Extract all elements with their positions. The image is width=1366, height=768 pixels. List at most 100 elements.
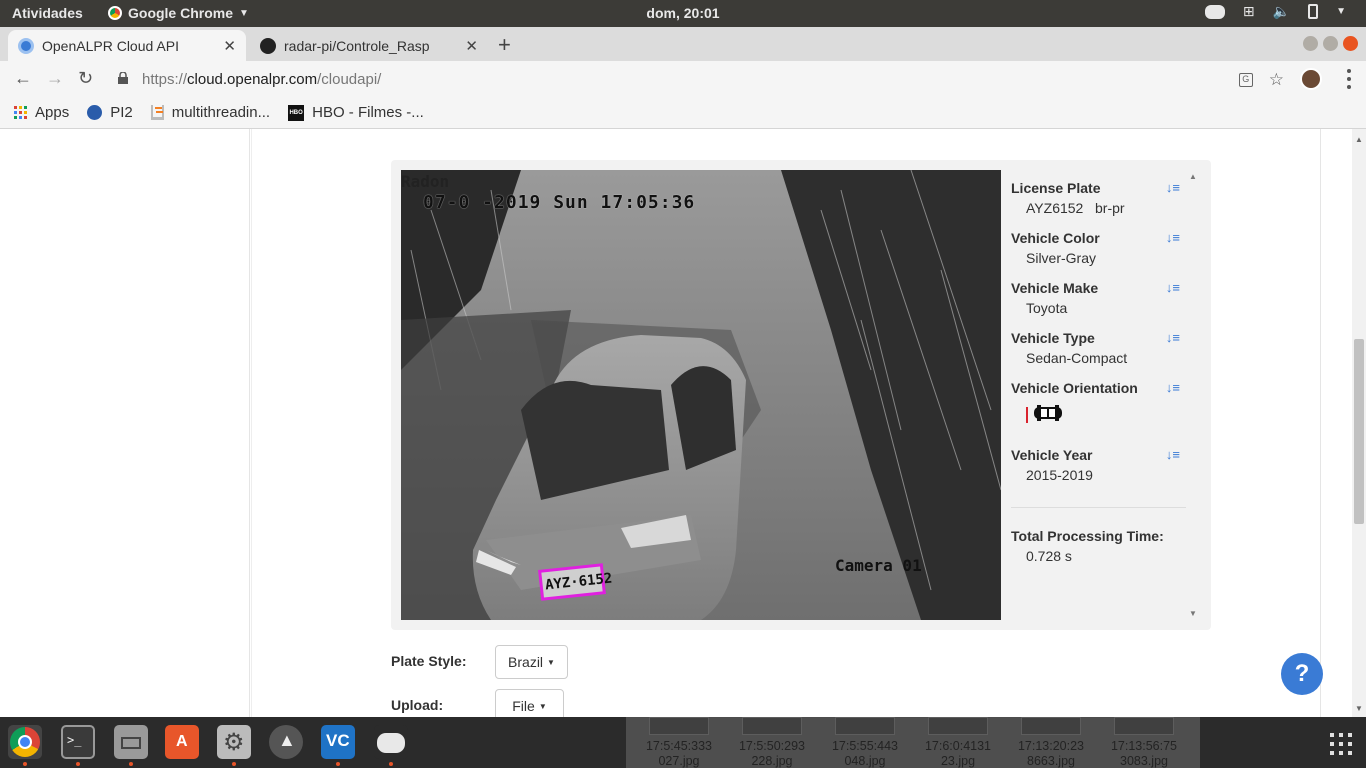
file-name-line: 228.jpg [751, 754, 793, 768]
chevron-down-icon[interactable]: ▼ [1336, 6, 1346, 17]
vehicle-orientation-value [1026, 404, 1186, 425]
car-top-view-icon [1033, 404, 1063, 425]
license-plate-label: License Plate [1011, 180, 1101, 196]
maximize-button[interactable] [1323, 36, 1338, 51]
bookmark-apps[interactable]: Apps [14, 104, 69, 121]
running-indicator [389, 762, 393, 766]
close-window-button[interactable] [1343, 36, 1358, 51]
file-name-line: 17:6:0:4131 [924, 739, 992, 753]
upload-dropdown[interactable]: File ▼ [495, 689, 564, 717]
file-thumbnail-image [649, 717, 709, 735]
url-text: https://cloud.openalpr.com/cloudapi/ [142, 71, 381, 88]
scroll-up-arrow-icon[interactable]: ▲ [1189, 172, 1197, 181]
desktop-file-thumbnail[interactable]: 17:13:56:75 3083.jpg [1099, 717, 1189, 768]
chrome-logo-icon [108, 6, 122, 20]
license-plate-field: License Plate AYZ6152 br-pr ↓≡ [1011, 180, 1186, 216]
bookmark-star-icon[interactable]: ☆ [1269, 70, 1284, 90]
plate-style-value: Brazil [508, 654, 544, 670]
sort-icon[interactable]: ↓≡ [1166, 280, 1180, 295]
desktop-file-thumbnail[interactable]: 17:5:45:333 027.jpg [634, 717, 724, 768]
reload-icon[interactable]: ↻ [78, 68, 93, 89]
network-icon[interactable]: ⊞ [1243, 3, 1255, 20]
processing-time-field: Total Processing Time: 0.728 s [1011, 528, 1186, 564]
desktop-file-thumbnail[interactable]: 17:5:50:293 228.jpg [727, 717, 817, 768]
forward-arrow-icon[interactable]: → [46, 68, 64, 89]
sort-icon[interactable]: ↓≡ [1166, 230, 1180, 245]
caret-down-icon: ▼ [538, 701, 547, 711]
app-menu[interactable]: Google Chrome ▼ [108, 5, 249, 21]
browser-toolbar: ← → ↻ https://cloud.openalpr.com/cloudap… [0, 61, 1366, 97]
vehicle-type-field: Vehicle Type Sedan-Compact ↓≡ [1011, 330, 1186, 366]
vscode-dock-icon[interactable]: VC [321, 725, 355, 766]
translate-icon[interactable]: G [1238, 73, 1253, 87]
help-button[interactable]: ? [1281, 653, 1323, 695]
sort-icon[interactable]: ↓≡ [1166, 380, 1180, 395]
sort-icon[interactable]: ↓≡ [1166, 447, 1180, 462]
ubuntu-dock: 17:5:45:333 027.jpg 17:5:50:293 228.jpg 17:5… [0, 717, 1366, 768]
gear-icon: ⚙ [223, 729, 245, 756]
scroll-up-arrow-icon[interactable]: ▲ [1355, 135, 1363, 144]
tab-github[interactable]: radar-pi/Controle_Rasp ✕ [250, 30, 488, 61]
file-cabinet-icon [121, 737, 141, 749]
bookmark-multithreading[interactable]: multithreadin... [150, 104, 270, 121]
activities-button[interactable]: Atividades [12, 5, 83, 21]
file-name-line: 048.jpg [844, 754, 886, 768]
desktop-file-thumbnail[interactable]: 17:6:0:4131 23.jpg [913, 717, 1003, 768]
tab-openalpr[interactable]: OpenALPR Cloud API ✕ [8, 30, 246, 61]
plate-style-dropdown[interactable]: Brazil ▼ [495, 645, 568, 679]
caret-down-icon: ▼ [547, 657, 555, 667]
vehicle-orientation-label: Vehicle Orientation [1011, 380, 1138, 396]
software-center-dock-icon[interactable]: A [165, 725, 199, 759]
upload-label: Upload: [391, 697, 444, 713]
scroll-down-arrow-icon[interactable]: ▼ [1189, 609, 1197, 618]
address-bar[interactable]: https://cloud.openalpr.com/cloudapi/ [108, 64, 1288, 94]
chrome-menu-icon[interactable] [1346, 69, 1352, 89]
desktop-file-thumbnail[interactable]: 17:13:20:23 8663.jpg [1006, 717, 1096, 768]
camera-photo: 07-0 -2019 Sun 17:05:36 Radon Camera 01 … [401, 170, 1001, 620]
bookmark-pi2[interactable]: PI2 [87, 104, 133, 121]
volume-icon[interactable]: 🔈 [1273, 3, 1290, 20]
pi2-icon [87, 105, 103, 120]
divider [1011, 507, 1186, 508]
back-arrow-icon[interactable]: ← [14, 68, 32, 89]
battery-icon[interactable] [1308, 4, 1319, 19]
details-scrollbar[interactable]: ▲ ▼ [1188, 170, 1200, 620]
url-path: /cloudapi/ [317, 71, 382, 88]
show-applications-icon[interactable] [1330, 733, 1352, 755]
vehicle-color-value: Silver-Gray [1026, 250, 1097, 266]
sort-icon[interactable]: ↓≡ [1166, 180, 1180, 195]
chrome-dock-icon[interactable] [8, 725, 42, 766]
gnome-top-bar: Atividades Google Chrome ▼ dom, 20:01 ⊞ … [0, 0, 1366, 27]
desktop-file-thumbnails: 17:5:45:333 027.jpg 17:5:50:293 228.jpg 17:5… [626, 717, 1200, 768]
close-tab-icon[interactable]: ✕ [223, 37, 236, 55]
processing-time-value: 0.728 s [1026, 548, 1072, 564]
minimize-button[interactable] [1303, 36, 1318, 51]
discord-dock-icon[interactable] [374, 725, 408, 766]
upload-value: File [512, 698, 535, 714]
window-controls [1303, 36, 1358, 51]
scrollbar-thumb[interactable] [1354, 339, 1364, 524]
tab-strip: OpenALPR Cloud API ✕ radar-pi/Controle_R… [0, 27, 1366, 61]
scroll-down-arrow-icon[interactable]: ▼ [1355, 704, 1363, 713]
terminal-dock-icon[interactable]: >_ [61, 725, 95, 766]
discord-tray-icon[interactable] [1204, 4, 1225, 19]
software-updater-dock-icon[interactable]: ▲ [269, 725, 303, 759]
sort-icon[interactable]: ↓≡ [1166, 330, 1180, 345]
photo-timestamp: 07-0 -2019 Sun 17:05:36 [423, 192, 696, 213]
new-tab-button[interactable]: + [498, 32, 511, 58]
system-tray[interactable]: ⊞ 🔈 ▼ [1204, 3, 1346, 20]
bookmark-label: PI2 [110, 104, 133, 121]
page-scrollbar[interactable]: ▲ ▼ [1352, 129, 1366, 717]
bookmark-hbo[interactable]: HBO HBO - Filmes -... [288, 104, 424, 121]
file-name-line: 17:5:45:333 [645, 739, 713, 753]
desktop-file-thumbnail[interactable]: 17:5:55:443 048.jpg [820, 717, 910, 768]
discord-logo-icon [377, 733, 405, 753]
license-plate-value: AYZ6152 [1026, 200, 1084, 216]
apps-grid-icon [14, 106, 27, 119]
settings-dock-icon[interactable]: ⚙ [217, 725, 251, 766]
lock-icon [118, 71, 128, 84]
left-margin [0, 129, 250, 717]
close-tab-icon[interactable]: ✕ [465, 37, 478, 55]
files-dock-icon[interactable] [114, 725, 148, 766]
profile-avatar[interactable] [1300, 68, 1322, 90]
